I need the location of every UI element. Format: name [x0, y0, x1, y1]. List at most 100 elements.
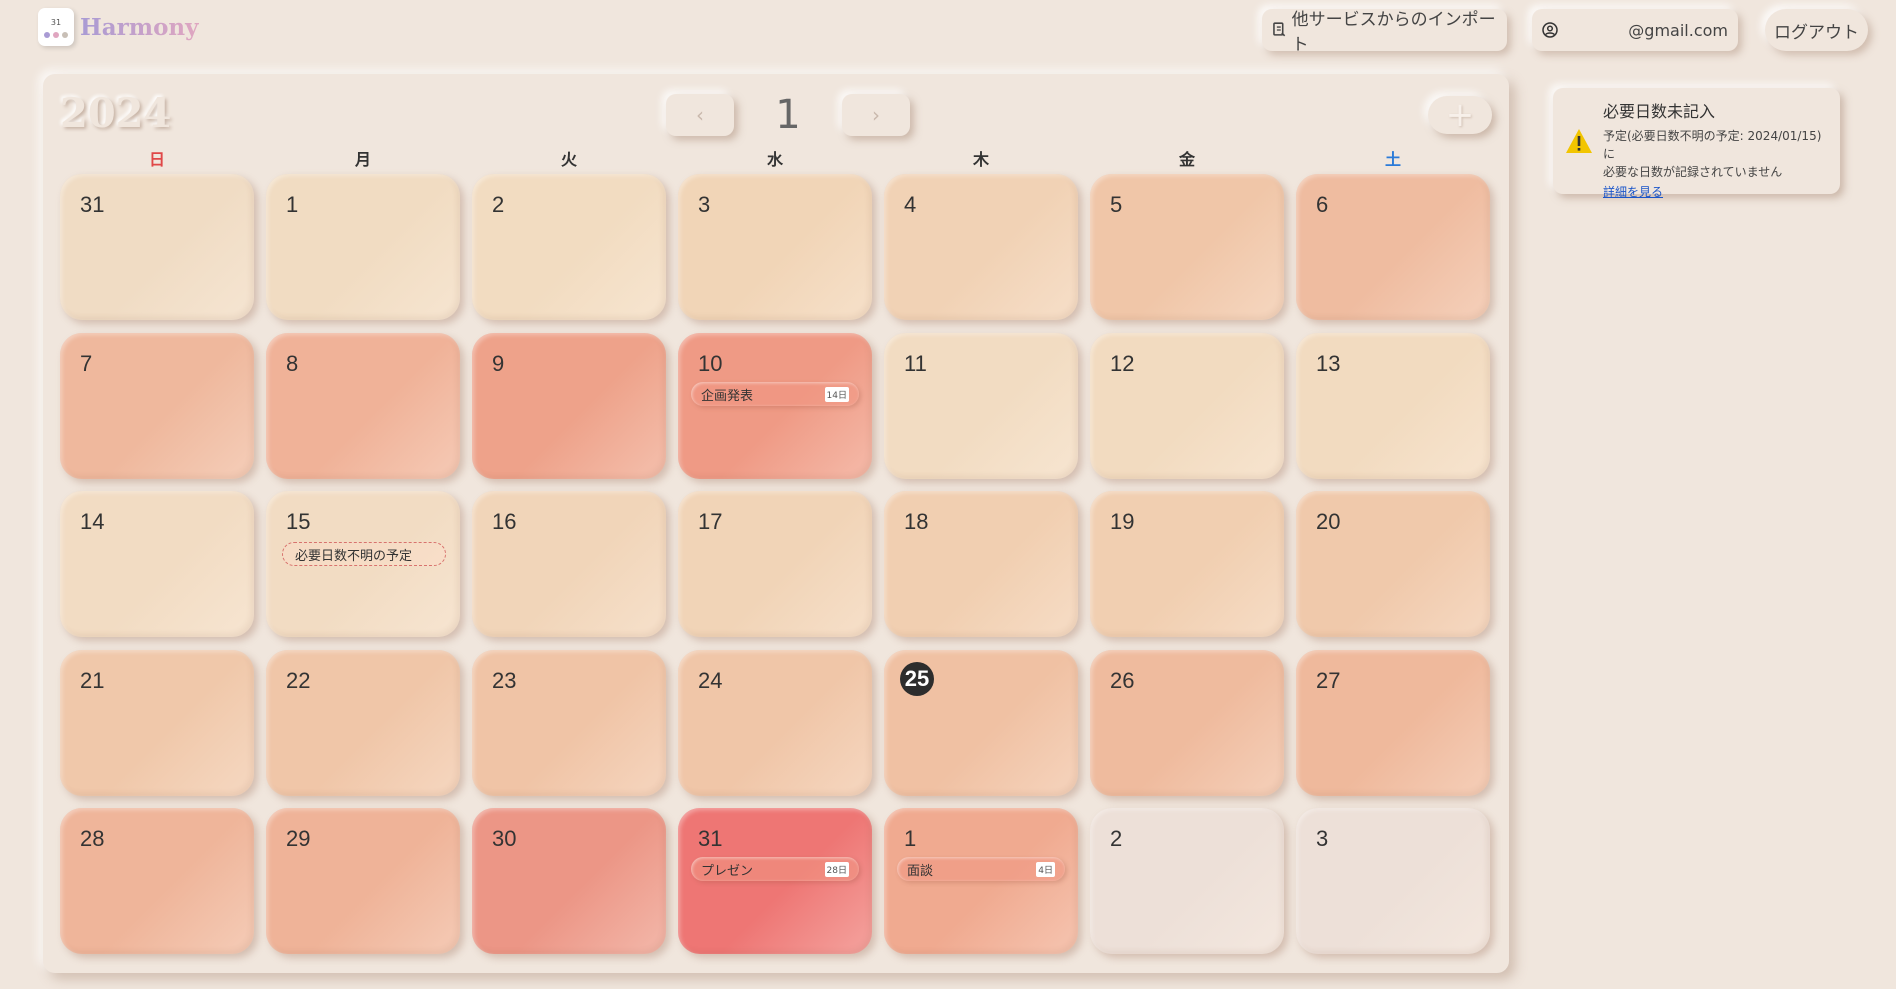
calendar-day-cell[interactable]: 10 企画発表 14日 [678, 333, 872, 479]
calendar-day-cell[interactable]: 4 [884, 174, 1078, 320]
date-number: 3 [1316, 826, 1329, 851]
calendar-day-cell[interactable]: 9 [472, 333, 666, 479]
app-name: Harmony [80, 13, 199, 41]
calendar-day-cell[interactable]: 17 [678, 491, 872, 637]
calendar-day-cell[interactable]: 26 [1090, 650, 1284, 796]
calendar-logo-icon: 31 [38, 8, 74, 46]
calendar-day-cell[interactable]: 23 [472, 650, 666, 796]
date-number: 2 [1110, 826, 1123, 851]
date-number: 15 [286, 509, 311, 534]
calendar-day-cell[interactable]: 25 [884, 650, 1078, 796]
calendar-day-cell[interactable]: 19 [1090, 491, 1284, 637]
next-month-button[interactable]: › [842, 94, 910, 136]
calendar-day-cell[interactable]: 31 [60, 174, 254, 320]
calendar-day-cell[interactable]: 27 [1296, 650, 1490, 796]
event-duration-badge: 14日 [824, 386, 849, 402]
calendar-day-cell[interactable]: 16 [472, 491, 666, 637]
import-button[interactable]: 他サービスからのインポート [1262, 9, 1507, 55]
weekday-header: 水 [766, 150, 783, 169]
calendar-day-cell[interactable]: 7 [60, 333, 254, 479]
date-number: 7 [80, 351, 93, 376]
plus-icon: + [1445, 95, 1475, 135]
calendar-day-cell[interactable]: 6 [1296, 174, 1490, 320]
event-duration-badge: 28日 [824, 861, 849, 877]
calendar-day-cell[interactable]: 20 [1296, 491, 1490, 637]
weekday-header: 木 [972, 150, 989, 169]
event-duration-badge: 4日 [1036, 861, 1055, 877]
calendar-day-cell[interactable]: 28 [60, 808, 254, 954]
logout-button[interactable]: ログアウト [1765, 9, 1868, 51]
date-number: 3 [698, 192, 711, 217]
notice-title: 必要日数未記入 [1603, 102, 1716, 121]
weekday-header: 月 [354, 150, 371, 169]
add-event-button[interactable]: + [1428, 95, 1492, 135]
account-menu[interactable]: @gmail.com [1532, 9, 1738, 51]
calendar-day-cell[interactable]: 24 [678, 650, 872, 796]
date-number: 24 [698, 668, 723, 693]
event-title: プレゼン [701, 863, 754, 879]
calendar-day-cell[interactable]: 15 必要日数不明の予定 [266, 491, 460, 637]
calendar-day-cell[interactable]: 2 [472, 174, 666, 320]
calendar-day-cell[interactable]: 3 [678, 174, 872, 320]
app-logo[interactable]: 31 Harmony [38, 8, 199, 46]
calendar-day-cell[interactable]: 29 [266, 808, 460, 954]
weekday-header: 金 [1178, 150, 1195, 169]
date-number: 1 [904, 826, 917, 851]
event-chip[interactable]: 企画発表 14日 [691, 382, 859, 406]
date-number: 6 [1316, 192, 1329, 217]
calendar-day-cell[interactable]: 1 面談 4日 [884, 808, 1078, 954]
account-email: @gmail.com [1628, 20, 1728, 40]
date-number: 20 [1316, 509, 1341, 534]
logo-day: 31 [50, 18, 62, 27]
event-title: 面談 [907, 863, 934, 879]
weekday-header: 日 [148, 150, 165, 169]
date-number: 23 [492, 668, 517, 693]
calendar-day-cell[interactable]: 14 [60, 491, 254, 637]
date-number: 28 [80, 826, 105, 851]
date-number: 10 [698, 351, 723, 376]
event-chip[interactable]: 面談 4日 [897, 857, 1065, 881]
user-icon [1542, 22, 1558, 38]
date-number: 19 [1110, 509, 1135, 534]
calendar-day-cell[interactable]: 8 [266, 333, 460, 479]
date-number: 5 [1110, 192, 1123, 217]
date-number: 31 [80, 192, 105, 217]
month-label: 1 [775, 92, 801, 138]
calendar-day-cell[interactable]: 18 [884, 491, 1078, 637]
calendar-day-cell[interactable]: 31 プレゼン 28日 [678, 808, 872, 954]
date-number: 11 [904, 351, 927, 376]
calendar-day-cell[interactable]: 22 [266, 650, 460, 796]
date-number: 1 [286, 192, 299, 217]
calendar-day-cell[interactable]: 13 [1296, 333, 1490, 479]
today-date-number: 25 [900, 662, 934, 696]
date-number: 26 [1110, 668, 1135, 693]
event-chip[interactable]: プレゼン 28日 [691, 857, 859, 881]
date-number: 31 [698, 826, 723, 851]
calendar-day-cell[interactable]: 21 [60, 650, 254, 796]
calendar-day-cell[interactable]: 2 [1090, 808, 1284, 954]
calendar-day-cell[interactable]: 11 [884, 333, 1078, 479]
prev-month-button[interactable]: ‹ [666, 94, 734, 136]
date-number: 30 [492, 826, 517, 851]
calendar-day-cell[interactable]: 12 [1090, 333, 1284, 479]
date-number: 2 [492, 192, 505, 217]
date-number: 21 [80, 668, 105, 693]
date-number: 9 [492, 351, 505, 376]
calendar-day-cell[interactable]: 30 [472, 808, 666, 954]
notice-line-2: 必要な日数が記録されていません [1603, 165, 1783, 179]
date-number: 12 [1110, 351, 1135, 376]
date-number: 8 [286, 351, 299, 376]
date-number: 4 [904, 192, 917, 217]
unknown-duration-event-chip[interactable]: 必要日数不明の予定 [282, 542, 446, 566]
warning-icon [1566, 129, 1592, 153]
date-number: 13 [1316, 351, 1341, 376]
date-number: 14 [80, 509, 105, 534]
date-number: 22 [286, 668, 311, 693]
calendar-day-cell[interactable]: 3 [1296, 808, 1490, 954]
notice-details-link[interactable]: 詳細を見る [1603, 183, 1663, 200]
calendar-day-cell[interactable]: 1 [266, 174, 460, 320]
calendar-day-cell[interactable]: 5 [1090, 174, 1284, 320]
import-label: 他サービスからのインポート [1291, 10, 1496, 55]
date-number: 18 [904, 509, 929, 534]
date-number: 16 [492, 509, 517, 534]
